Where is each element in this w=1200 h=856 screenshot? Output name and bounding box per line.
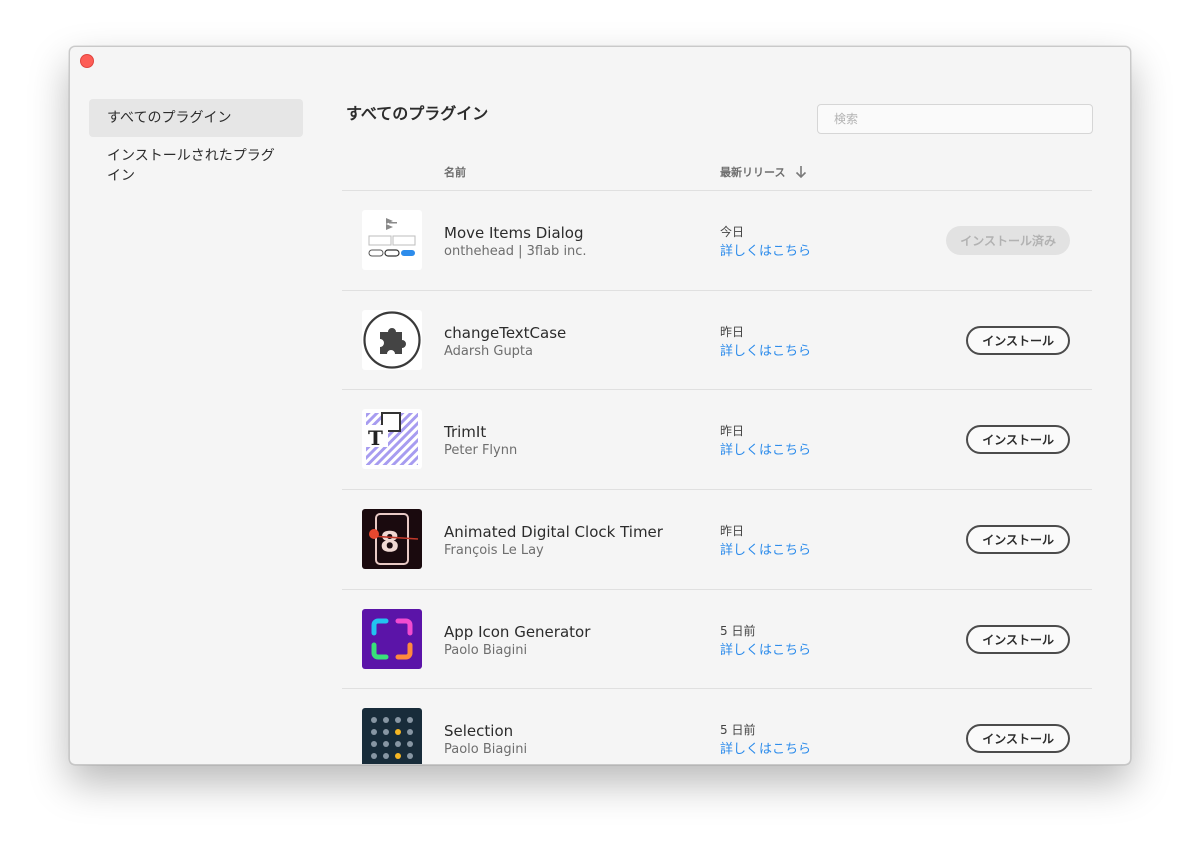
learn-more-link[interactable]: 詳しくはこちら — [720, 539, 811, 558]
install-button[interactable]: インストール — [966, 724, 1070, 754]
selection-dots-icon — [362, 708, 422, 764]
plugin-row: App Icon Generator Paolo Biagini 5 日前 詳し… — [342, 588, 1092, 689]
page-title: すべてのプラグイン — [346, 104, 489, 123]
plugin-name: App Icon Generator — [444, 622, 591, 641]
plugin-author: onthehead | 3flab inc. — [444, 244, 587, 259]
window-close-button[interactable] — [80, 54, 94, 68]
plugin-release-date: 昨日 — [720, 524, 745, 539]
learn-more-link[interactable]: 詳しくはこちら — [720, 738, 811, 757]
plugin-release-date: 今日 — [720, 225, 745, 239]
plugin-author: Paolo Biagini — [444, 642, 528, 658]
installed-button[interactable]: インストール済み — [946, 226, 1070, 255]
sort-descending-arrow-icon[interactable] — [795, 165, 807, 179]
puzzle-piece-icon — [362, 309, 422, 370]
search-input[interactable] — [817, 104, 1093, 134]
learn-more-link[interactable]: 詳しくはこちら — [720, 639, 811, 658]
plugin-release-date: 昨日 — [720, 324, 745, 339]
plugin-name: TrimIt — [444, 423, 487, 442]
plugin-name: Animated Digital Clock Timer — [444, 523, 663, 542]
plugin-manager-window: すべてのプラグイン インストールされたプラグイン すべてのプラグイン 名前 最新… — [69, 46, 1131, 765]
digital-clock-icon: 8 — [362, 509, 422, 570]
install-button[interactable]: インストール — [966, 624, 1070, 654]
learn-more-link[interactable]: 詳しくはこちら — [720, 439, 811, 458]
main-panel: すべてのプラグイン 名前 最新リリース — [342, 47, 1093, 764]
plugin-author: Peter Flynn — [444, 443, 518, 459]
plugin-name: Selection — [444, 722, 514, 741]
plugin-author: Paolo Biagini — [444, 742, 528, 758]
install-button[interactable]: インストール — [966, 425, 1070, 455]
trimit-icon: T — [362, 409, 422, 470]
plugin-release-date: 5 日前 — [720, 623, 756, 638]
sidebar-item-installed-plugins[interactable]: インストールされたプラグイン — [89, 137, 303, 195]
plugin-list: Move Items Dialog onthehead | 3flab inc.… — [342, 190, 1092, 764]
install-button[interactable]: インストール — [966, 525, 1070, 555]
plugin-name: Move Items Dialog — [444, 224, 584, 242]
plugin-row: changeTextCase Adarsh Gupta 昨日 詳しくはこちら イ… — [342, 289, 1092, 390]
install-button[interactable]: インストール — [966, 325, 1070, 355]
plugin-author: Adarsh Gupta — [444, 343, 534, 359]
column-header-release[interactable]: 最新リリース — [720, 164, 807, 180]
learn-more-link[interactable]: 詳しくはこちら — [720, 240, 811, 259]
plugin-row: T TrimIt Peter Flynn 昨日 詳しくはこちら インストール — [342, 389, 1092, 489]
plugin-name: changeTextCase — [444, 323, 567, 342]
svg-text:8: 8 — [380, 525, 399, 558]
plugin-author: François Le Lay — [444, 543, 544, 559]
plugin-row: 8 Animated Digital Clock Timer François … — [342, 489, 1092, 589]
sidebar: すべてのプラグイン インストールされたプラグイン — [89, 99, 303, 195]
sidebar-item-all-plugins[interactable]: すべてのプラグイン — [89, 99, 303, 137]
learn-more-link[interactable]: 詳しくはこちら — [720, 340, 811, 359]
move-items-dialog-icon — [362, 210, 422, 270]
svg-text:T: T — [368, 426, 383, 450]
plugin-row: Selection Paolo Biagini 5 日前 詳しくはこちら インス… — [342, 688, 1092, 764]
plugin-release-date: 5 日前 — [720, 723, 756, 738]
column-header-name[interactable]: 名前 — [444, 164, 466, 180]
plugin-release-date: 昨日 — [720, 424, 745, 439]
plugin-row: Move Items Dialog onthehead | 3flab inc.… — [342, 190, 1092, 290]
app-icon-generator-icon — [362, 608, 422, 669]
column-header-release-label: 最新リリース — [720, 166, 786, 179]
